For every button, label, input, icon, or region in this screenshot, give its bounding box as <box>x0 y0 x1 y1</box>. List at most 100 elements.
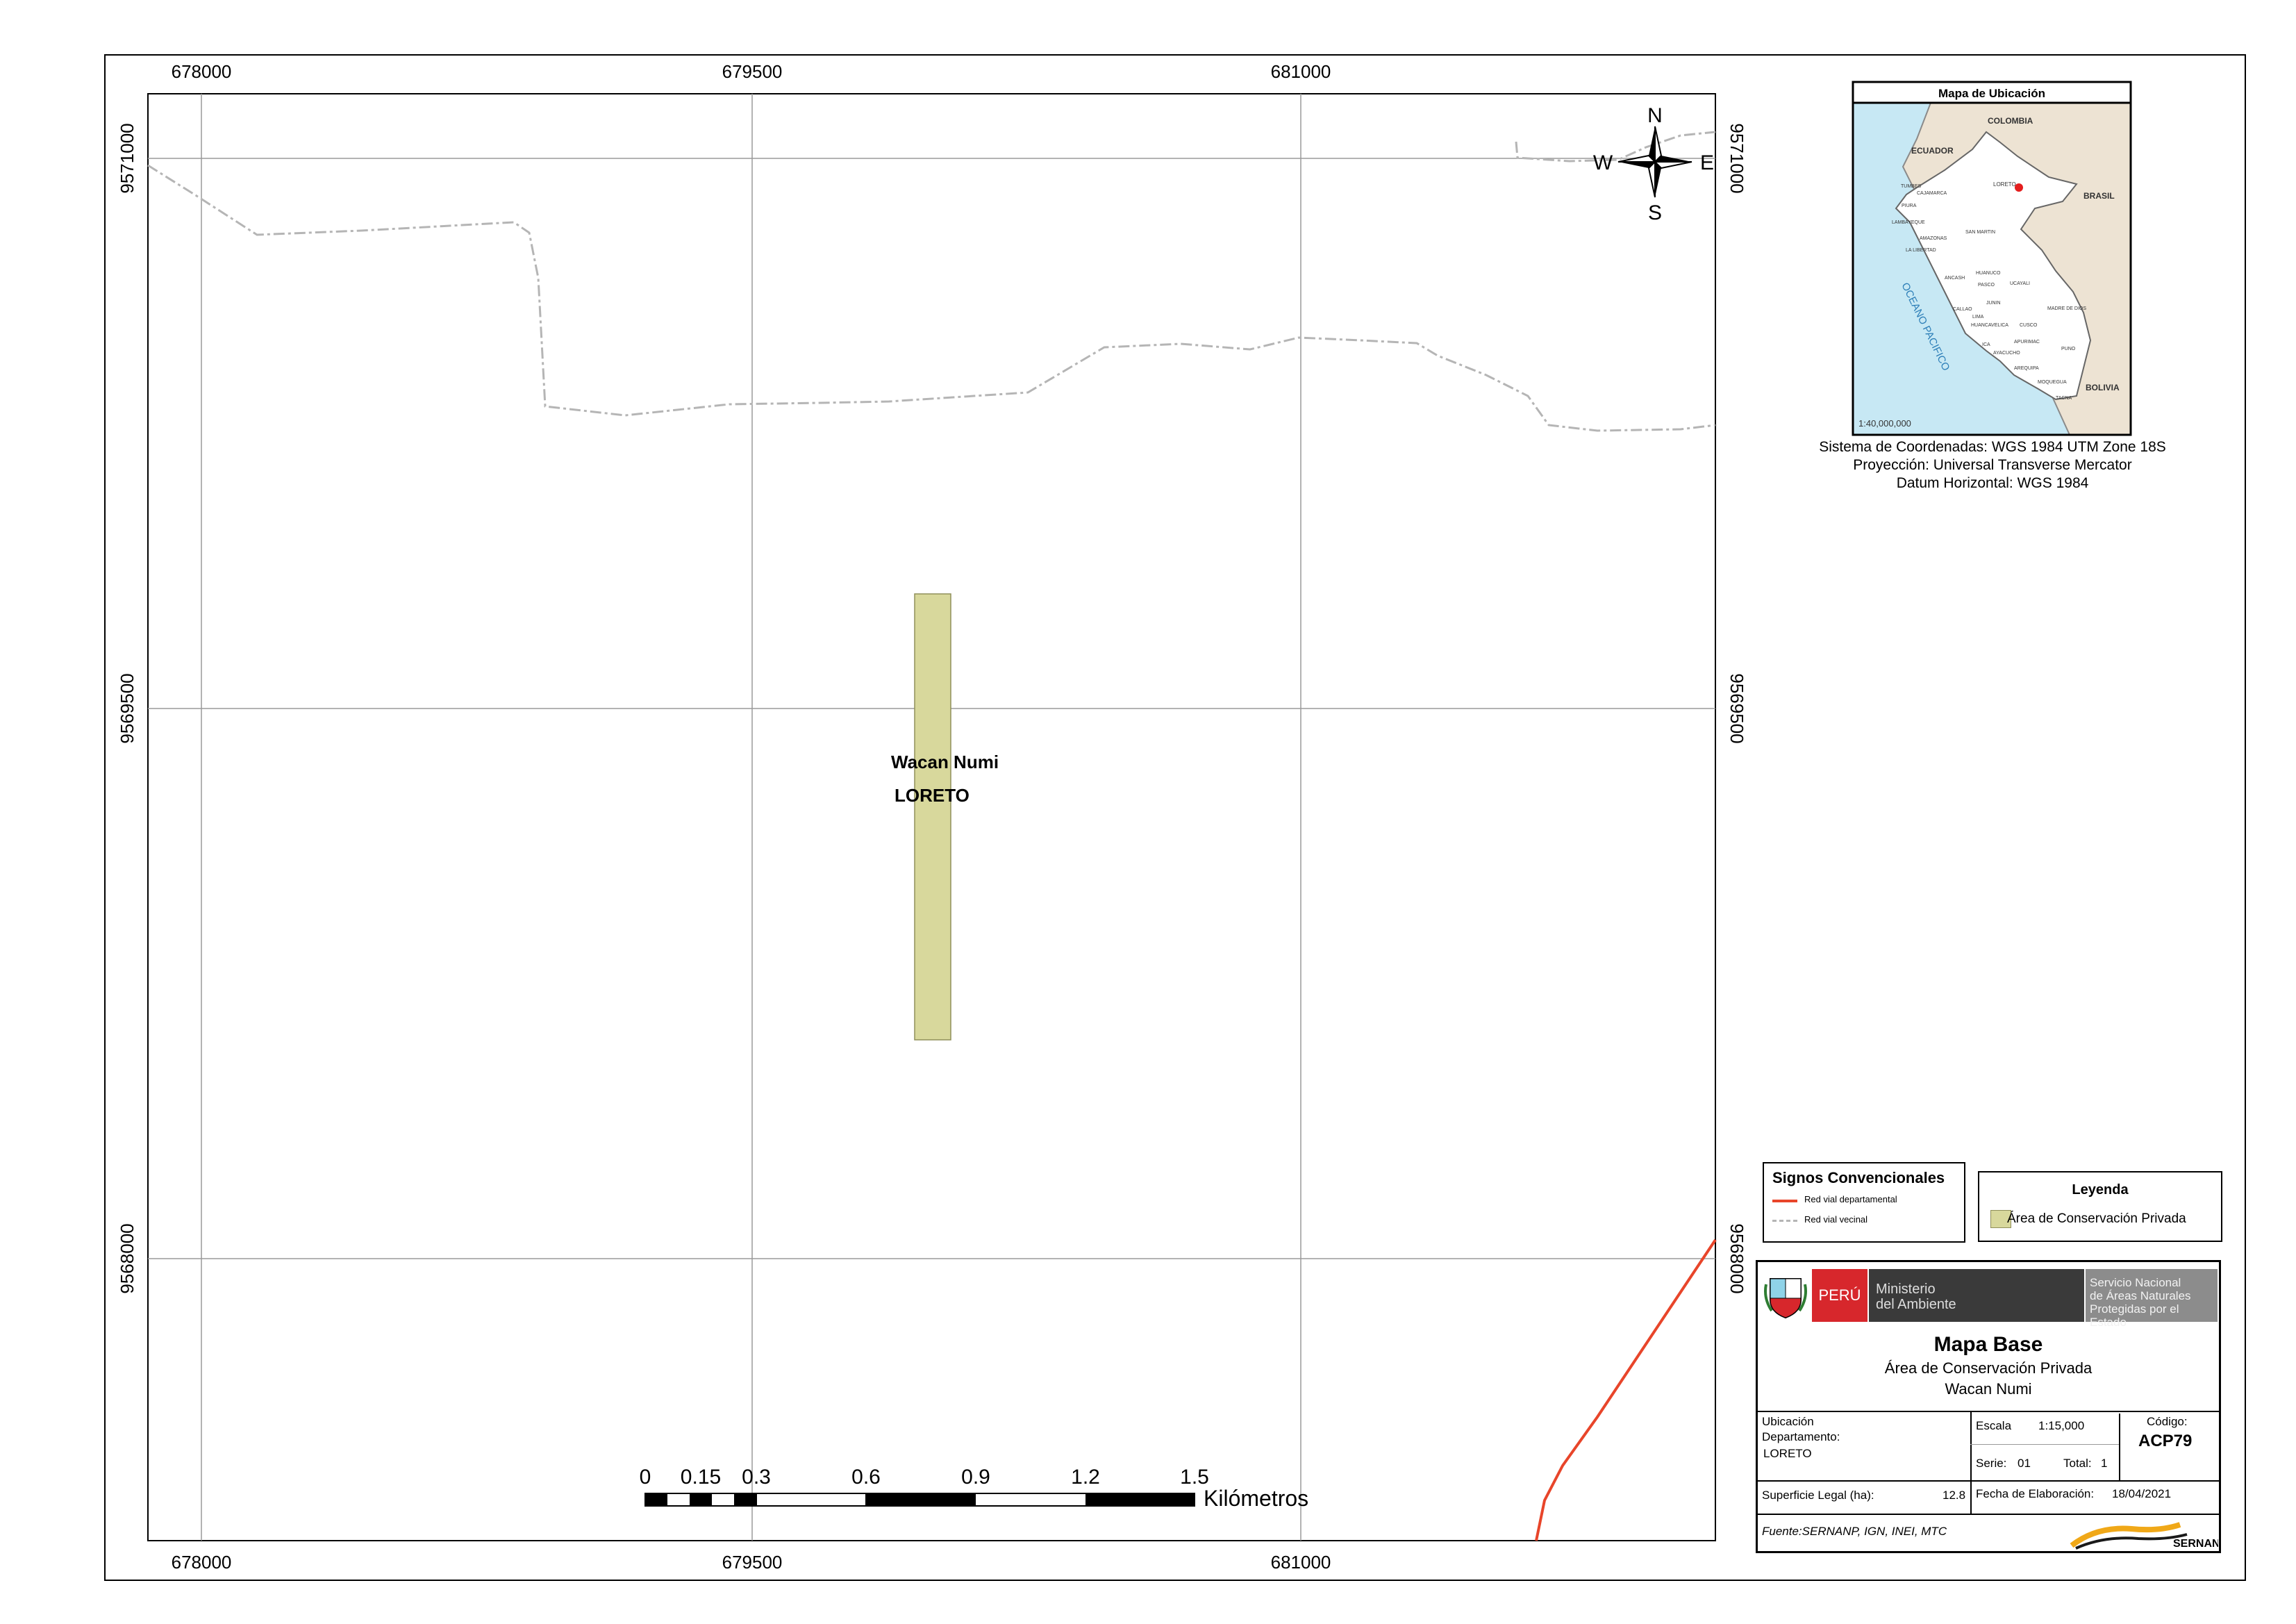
inset-country-ecuador: ECUADOR <box>1911 146 1954 156</box>
grid-label-bottom-x2: 679500 <box>722 1552 783 1573</box>
svg-text:CALLAO: CALLAO <box>1953 307 1972 312</box>
grid-label-bottom-x1: 678000 <box>172 1552 232 1573</box>
ministerio-line2: del Ambiente <box>1876 1297 1956 1312</box>
signos-item-departamental: Red vial departamental <box>1804 1194 1897 1204</box>
svg-text:LA LIBERTAD: LA LIBERTAD <box>1906 248 1936 253</box>
feature-region-label: LORETO <box>895 785 970 806</box>
west-label: W <box>1593 151 1613 174</box>
servicio-label: Servicio Nacional de Áreas Naturales Pro… <box>2086 1269 2218 1329</box>
grid-label-top-x3: 681000 <box>1271 61 1331 82</box>
inset-map: COLOMBIA ECUADOR BRASIL BOLIVIA LORETO T… <box>1852 81 2132 436</box>
scale-tick-1: 0.15 <box>681 1466 721 1489</box>
svg-text:UCAYALI: UCAYALI <box>2010 281 2030 286</box>
peru-label: PERÚ <box>1812 1269 1867 1322</box>
grid-label-top-x1: 678000 <box>172 61 232 82</box>
codigo-label: Código: <box>2147 1415 2188 1428</box>
map-subtitle-2: Wacan Numi <box>1945 1380 2032 1398</box>
scale-tick-2: 0.3 <box>742 1466 771 1489</box>
scale-tick-5: 1.2 <box>1071 1466 1100 1489</box>
scale-unit: Kilómetros <box>1204 1486 1308 1511</box>
north-label: N <box>1647 104 1663 127</box>
signos-title: Signos Convencionales <box>1772 1169 1945 1186</box>
svg-text:APURIMAC: APURIMAC <box>2014 340 2040 345</box>
svg-text:AMAZONAS: AMAZONAS <box>1920 236 1947 241</box>
inset-country-bolivia: BOLIVIA <box>2086 383 2120 392</box>
svg-text:PIURA: PIURA <box>1902 204 1917 208</box>
south-label: S <box>1648 201 1662 224</box>
grid-label-right-y2: 9569500 <box>1727 673 1747 743</box>
servicio-line2: de Áreas Naturales <box>2090 1289 2191 1302</box>
coord-system-line3: Datum Horizontal: WGS 1984 <box>1896 475 2089 491</box>
grid-label-bottom-x3: 681000 <box>1271 1552 1331 1573</box>
scale-tick-0: 0 <box>640 1466 651 1489</box>
svg-text:MOQUEGUA: MOQUEGUA <box>2038 380 2067 385</box>
total-value: 1 <box>2101 1457 2108 1470</box>
svg-text:SERNANP: SERNANP <box>2173 1538 2218 1550</box>
svg-text:ANCASH: ANCASH <box>1945 276 1965 281</box>
leyenda-item: Área de Conservación Privada <box>2007 1211 2186 1226</box>
ubicacion-label: Ubicación <box>1762 1415 1814 1428</box>
fecha-label: Fecha de Elaboración: <box>1976 1487 2095 1500</box>
signos-item-vecinal: Red vial vecinal <box>1804 1214 1868 1225</box>
red-vial-vecinal-symbol <box>1772 1220 1797 1222</box>
grid-label-left-y2: 9569500 <box>117 673 138 743</box>
inset-title: Mapa de Ubicación <box>1938 87 2045 100</box>
inset-scale: 1:40,000,000 <box>1858 418 1911 429</box>
svg-text:MADRE DE DIOS: MADRE DE DIOS <box>2047 306 2086 311</box>
scale-tick-4: 0.9 <box>961 1466 990 1489</box>
svg-text:JUNIN: JUNIN <box>1986 301 2001 306</box>
codigo-value: ACP79 <box>2138 1432 2193 1450</box>
coord-system-line1: Sistema de Coordenadas: WGS 1984 UTM Zon… <box>1819 439 2166 455</box>
area-conservacion-polygon[interactable] <box>914 593 951 1041</box>
scale-tick-3: 0.6 <box>851 1466 881 1489</box>
grid-label-right-y3: 9568000 <box>1727 1223 1747 1293</box>
serie-label: Serie: <box>1976 1457 2007 1470</box>
ministerio-label: Ministerio del Ambiente <box>1869 1269 2084 1322</box>
sernanp-logo-icon: SERNANP <box>2070 1522 2218 1550</box>
loreto-marker <box>2015 183 2023 192</box>
superficie-value: 12.8 <box>1943 1489 1966 1502</box>
svg-text:PASCO: PASCO <box>1978 283 1995 288</box>
title-block: PERÚ Ministerio del Ambiente Servicio Na… <box>1756 1260 2221 1553</box>
map-title: Mapa Base <box>1933 1333 2043 1356</box>
peru-shield-icon <box>1764 1278 1807 1319</box>
map-subtitle: Área de Conservación Privada <box>1884 1359 2093 1377</box>
signos-convencionales-box: Signos Convencionales Red vial departame… <box>1763 1162 1965 1243</box>
svg-text:AREQUIPA: AREQUIPA <box>2014 366 2039 371</box>
grid-label-left-y1: 9571000 <box>117 123 138 193</box>
serie-value: 01 <box>2018 1457 2031 1470</box>
east-label: E <box>1700 151 1714 174</box>
departamento-value: LORETO <box>1763 1447 1812 1460</box>
svg-text:AYACUCHO: AYACUCHO <box>1993 351 2020 356</box>
svg-text:TUMBES: TUMBES <box>1901 184 1922 189</box>
svg-text:CUSCO: CUSCO <box>2020 323 2038 328</box>
svg-text:TACNA: TACNA <box>2056 396 2072 401</box>
ministerio-line1: Ministerio <box>1876 1282 1936 1297</box>
svg-text:PUNO: PUNO <box>2061 347 2076 351</box>
escala-label: Escala <box>1976 1419 2012 1432</box>
total-label: Total: <box>2063 1457 2092 1470</box>
svg-text:ICA: ICA <box>1982 342 1990 347</box>
coord-system-line2: Proyección: Universal Transverse Mercato… <box>1853 457 2132 473</box>
grid-label-left-y3: 9568000 <box>117 1223 138 1293</box>
svg-text:LAMBAYEQUE: LAMBAYEQUE <box>1892 220 1925 225</box>
inset-country-colombia: COLOMBIA <box>1988 116 2033 126</box>
inset-loreto-label: LORETO <box>1993 181 2016 188</box>
svg-text:SAN MARTIN: SAN MARTIN <box>1965 230 1995 235</box>
servicio-line1: Servicio Nacional <box>2090 1276 2181 1289</box>
superficie-label: Superficie Legal (ha): <box>1762 1489 1874 1502</box>
leyenda-box: Leyenda Área de Conservación Privada <box>1978 1171 2222 1242</box>
servicio-line3: Protegidas por el Estado <box>2090 1302 2179 1329</box>
svg-text:HUANCAVELICA: HUANCAVELICA <box>1971 323 2008 328</box>
inset-country-brasil: BRASIL <box>2083 191 2115 201</box>
grid-label-top-x2: 679500 <box>722 61 783 82</box>
fuente-label: Fuente:SERNANP, IGN, INEI, MTC <box>1762 1525 1947 1538</box>
escala-value: 1:15,000 <box>2038 1419 2085 1432</box>
svg-text:LIMA: LIMA <box>1972 315 1984 320</box>
grid-label-right-y1: 9571000 <box>1727 123 1747 193</box>
leyenda-title: Leyenda <box>2072 1182 2129 1198</box>
feature-name-label: Wacan Numi <box>891 752 999 772</box>
red-vial-departamental-symbol <box>1772 1200 1797 1202</box>
fecha-value: 18/04/2021 <box>2112 1487 2172 1500</box>
svg-text:CAJAMARCA: CAJAMARCA <box>1917 191 1947 196</box>
